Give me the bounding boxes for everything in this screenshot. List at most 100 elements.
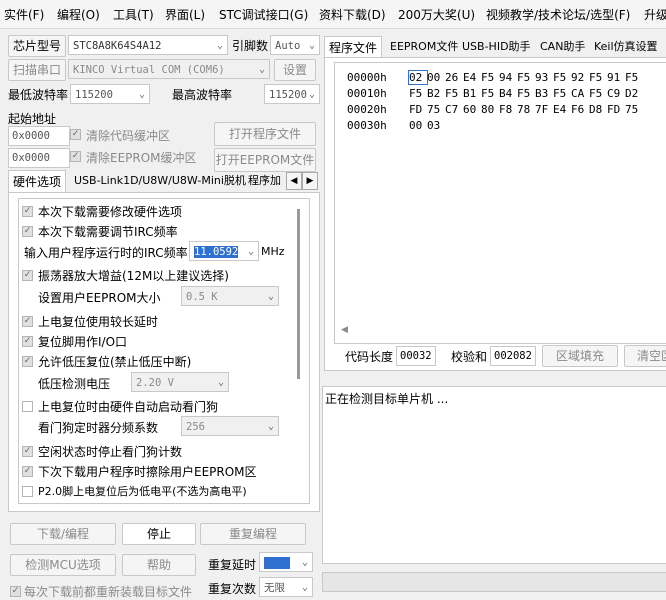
hex-byte[interactable]: 26 (445, 71, 463, 84)
hex-byte[interactable]: B3 (535, 87, 553, 100)
repeat-program-button[interactable]: 重复编程 (200, 523, 306, 545)
hex-byte[interactable]: FD (409, 103, 427, 116)
tab-can-helper[interactable]: CAN助手 (536, 36, 589, 58)
hex-byte[interactable]: B1 (463, 87, 481, 100)
hex-byte[interactable]: 75 (625, 103, 643, 116)
hex-byte[interactable]: F5 (445, 87, 463, 100)
hex-byte[interactable]: FD (607, 103, 625, 116)
chip-type-select[interactable]: STC8A8K64S4A12 ⌄ (68, 35, 228, 55)
hex-byte[interactable]: F5 (589, 71, 607, 84)
hex-byte[interactable]: 00 (409, 119, 427, 132)
option-checkbox[interactable]: ✓ (22, 206, 33, 217)
clear-code-checkbox[interactable]: ✓ (70, 129, 81, 140)
tab-keil-settings[interactable]: Keil仿真设置 (590, 36, 662, 58)
hex-byte[interactable]: 78 (517, 103, 535, 116)
options-scrollbar[interactable] (297, 209, 300, 379)
hex-byte[interactable]: 80 (481, 103, 499, 116)
open-program-file-button[interactable]: 打开程序文件 (214, 122, 316, 146)
clear-area-button[interactable]: 清空区 (624, 345, 666, 367)
repeat-count-select[interactable]: 无限 ⌄ (259, 577, 313, 597)
port-select[interactable]: KINCO Virtual COM (COM6) ⌄ (68, 59, 270, 79)
hex-byte[interactable]: F5 (553, 71, 571, 84)
fill-area-button[interactable]: 区域填充 (542, 345, 618, 367)
watchdog-divider-select[interactable]: 256 ⌄ (181, 416, 279, 436)
irc-frequency-select[interactable]: 11.0592 ⌄ (189, 241, 259, 261)
hex-byte[interactable]: F5 (553, 87, 571, 100)
menu-debug[interactable]: STC调试接口(G) (219, 6, 308, 23)
hex-byte[interactable]: E4 (553, 103, 571, 116)
hex-byte[interactable]: 75 (427, 103, 445, 116)
hex-byte[interactable]: 60 (463, 103, 481, 116)
menu-video[interactable]: 视频教学/技术论坛/选型(F) (486, 6, 630, 23)
menu-tools[interactable]: 工具(T) (113, 6, 154, 23)
option-checkbox[interactable]: ✓ (22, 316, 33, 327)
scan-port-button[interactable]: 扫描串口 (8, 59, 66, 81)
hex-byte[interactable]: F5 (517, 71, 535, 84)
hex-byte[interactable]: 00 (427, 71, 445, 84)
hex-byte[interactable]: F8 (499, 103, 517, 116)
hex-byte[interactable]: B2 (427, 87, 445, 100)
tab-usb-link[interactable]: USB-Link1D/U8W/U8W-Mini脱机 (70, 170, 250, 192)
tab-program-file[interactable]: 程序文件 (324, 36, 383, 59)
hex-byte[interactable]: 94 (499, 71, 517, 84)
port-settings-button[interactable]: 设置 (274, 59, 316, 81)
hex-byte[interactable]: 93 (535, 71, 553, 84)
hex-byte[interactable]: F5 (481, 87, 499, 100)
hex-byte[interactable]: F6 (571, 103, 589, 116)
menu-prize[interactable]: 200万大奖(U) (398, 6, 475, 23)
tab-hardware-options[interactable]: 硬件选项 (8, 170, 67, 193)
low-voltage-select[interactable]: 2.20 V ⌄ (131, 372, 229, 392)
tab-scroll-left-icon[interactable]: ◀ (286, 172, 302, 190)
option-checkbox[interactable] (22, 486, 33, 497)
repeat-delay-select[interactable]: ⌄ (259, 552, 313, 572)
hex-byte[interactable]: 03 (427, 119, 445, 132)
hex-byte[interactable]: C9 (607, 87, 625, 100)
tab-usb-hid[interactable]: USB-HID助手 (458, 36, 535, 58)
download-program-button[interactable]: 下载/编程 (10, 523, 116, 545)
tab-scroll-right-icon[interactable]: ▶ (302, 172, 318, 190)
menu-program[interactable]: 编程(O) (57, 6, 100, 23)
menu-upgrade[interactable]: 升级 (644, 6, 666, 23)
option-checkbox[interactable]: ✓ (22, 226, 33, 237)
menu-downloads[interactable]: 资料下载(D) (319, 6, 386, 23)
min-baud-select[interactable]: 115200 ⌄ (70, 84, 150, 104)
hex-byte[interactable]: F5 (589, 87, 607, 100)
code-start-address-input[interactable]: 0x0000 (8, 126, 70, 146)
hex-byte[interactable]: D2 (625, 87, 643, 100)
hex-byte[interactable]: F5 (409, 87, 427, 100)
option-checkbox[interactable] (22, 401, 33, 412)
hex-byte[interactable]: F5 (625, 71, 643, 84)
option-checkbox[interactable]: ✓ (22, 336, 33, 347)
stop-button[interactable]: 停止 (122, 523, 196, 545)
hex-byte[interactable]: 7F (535, 103, 553, 116)
open-eeprom-file-button[interactable]: 打开EEPROM文件 (214, 148, 316, 172)
hex-byte[interactable]: CA (571, 87, 589, 100)
help-button[interactable]: 帮助 (122, 554, 196, 576)
hex-byte[interactable]: F5 (481, 71, 499, 84)
hex-byte[interactable]: F5 (517, 87, 535, 100)
clear-eeprom-checkbox[interactable]: ✓ (70, 151, 81, 162)
detect-mcu-options-button[interactable]: 检测MCU选项 (10, 554, 116, 576)
hex-view[interactable]: 00000h 02 00 26 E4 F5 94 F5 93 F5 92 F5 91 F5 00010h F5… (334, 62, 666, 344)
hex-byte[interactable]: C7 (445, 103, 463, 116)
hex-byte[interactable]: B4 (499, 87, 517, 100)
eeprom-start-address-input[interactable]: 0x0000 (8, 148, 70, 168)
reload-file-checkbox[interactable]: ✓ (10, 586, 21, 597)
hex-byte[interactable]: 91 (607, 71, 625, 84)
option-checkbox[interactable]: ✓ (22, 270, 33, 281)
hex-byte[interactable]: E4 (463, 71, 481, 84)
hex-byte[interactable]: 92 (571, 71, 589, 84)
max-baud-select[interactable]: 115200 ⌄ (264, 84, 320, 104)
hex-byte[interactable]: D8 (589, 103, 607, 116)
tab-eeprom-file[interactable]: EEPROM文件 (386, 36, 462, 58)
eeprom-size-select[interactable]: 0.5 K ⌄ (181, 286, 279, 306)
hex-byte[interactable]: 02 (408, 70, 428, 85)
menu-interface[interactable]: 界面(L) (165, 6, 205, 23)
pins-select[interactable]: Auto ⌄ (270, 35, 320, 55)
hex-scroll-left-icon[interactable]: ◀ (341, 325, 348, 335)
option-checkbox[interactable]: ✓ (22, 446, 33, 457)
tab-program-encrypt[interactable]: 程序加 (244, 170, 285, 192)
option-checkbox[interactable]: ✓ (22, 356, 33, 367)
menu-file[interactable]: 实件(F) (4, 6, 44, 23)
option-checkbox[interactable]: ✓ (22, 466, 33, 477)
